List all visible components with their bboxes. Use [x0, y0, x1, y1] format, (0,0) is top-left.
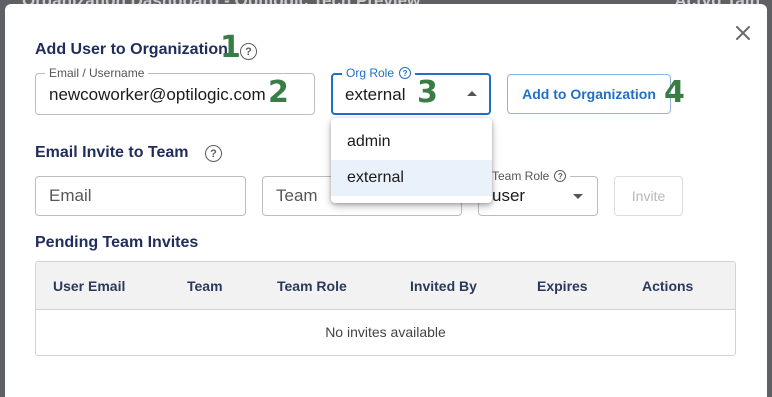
org-role-value: external	[345, 85, 406, 104]
org-role-dropdown-menu: admin external	[331, 118, 492, 203]
org-role-label-wrap: Org Role ?	[342, 66, 416, 80]
close-icon	[736, 26, 750, 40]
email-username-label: Email / Username	[45, 66, 149, 80]
chevron-up-icon	[467, 91, 477, 96]
team-role-select[interactable]: Team Role ? user	[478, 169, 598, 216]
annotation-2: 2	[268, 75, 289, 110]
invite-email-input[interactable]: Email	[35, 176, 246, 216]
annotation-4: 4	[664, 75, 685, 110]
column-expires[interactable]: Expires	[537, 278, 588, 294]
org-role-select[interactable]: Org Role ? external	[331, 66, 491, 115]
annotation-3: 3	[417, 75, 438, 110]
column-team-role[interactable]: Team Role	[277, 278, 347, 294]
email-invite-title: Email Invite to Team	[35, 144, 189, 161]
close-button[interactable]	[732, 22, 754, 44]
invite-email-placeholder: Email	[49, 186, 92, 205]
add-to-organization-button[interactable]: Add to Organization	[507, 74, 671, 114]
help-icon[interactable]: ?	[205, 145, 222, 162]
column-team[interactable]: Team	[187, 278, 223, 294]
table-header: User Email Team Team Role Invited By Exp…	[36, 262, 735, 310]
invite-button[interactable]: Invite	[614, 176, 683, 216]
team-role-value: user	[492, 186, 526, 205]
help-icon[interactable]: ?	[554, 170, 567, 182]
help-icon[interactable]: ?	[240, 43, 257, 60]
org-role-label: Org Role	[346, 66, 395, 80]
help-icon[interactable]: ?	[399, 67, 412, 79]
team-placeholder: Team	[276, 186, 318, 205]
email-username-value: newcoworker@optilogic.com	[49, 85, 266, 104]
pending-invites-title: Pending Team Invites	[35, 234, 199, 251]
empty-table-message: No invites available	[325, 324, 446, 340]
org-role-option-external[interactable]: external	[331, 160, 492, 196]
column-invited-by[interactable]: Invited By	[410, 278, 477, 294]
team-role-label: Team Role	[492, 169, 550, 183]
org-role-option-admin[interactable]: admin	[331, 124, 492, 160]
column-actions: Actions	[642, 278, 694, 294]
add-user-modal: Add User to Organization 1 ? Email / Use…	[5, 4, 767, 397]
column-user-email[interactable]: User Email	[53, 278, 125, 294]
team-role-label-wrap: Team Role ?	[488, 169, 571, 183]
annotation-1: 1	[220, 30, 241, 65]
chevron-down-icon	[573, 194, 583, 199]
pending-invites-table: User Email Team Team Role Invited By Exp…	[35, 261, 736, 356]
add-user-title: Add User to Organization	[35, 41, 228, 58]
